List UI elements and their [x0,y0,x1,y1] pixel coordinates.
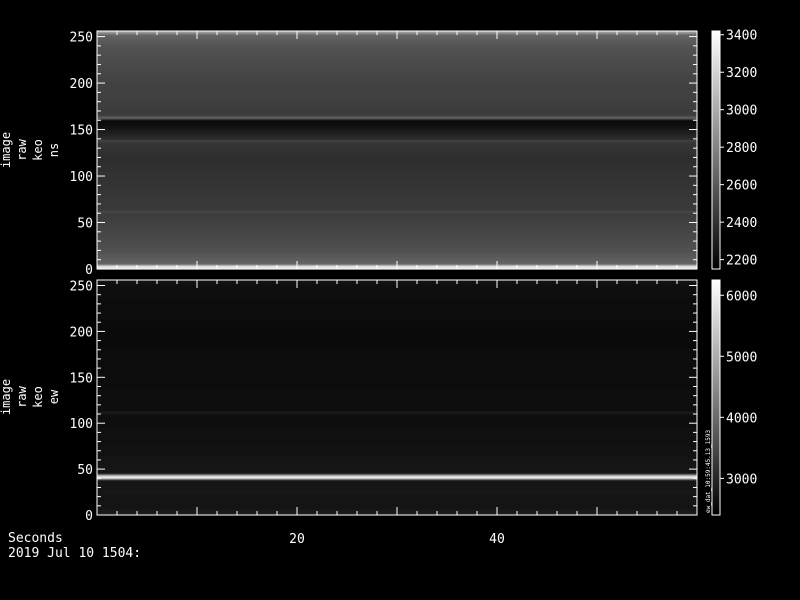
x-tick-label: 40 [489,532,505,547]
colorbar: 2200 2400 2600 2800 3000 3200 3400 [711,29,757,270]
y-tick-label: 100 [70,170,93,185]
colorbar-tick-label: 2600 [726,179,757,194]
keogram-figure: 050100150200250image raw keo ns220024002600… [0,29,757,547]
colorbar-tick-label: 3000 [726,472,757,487]
y-tick-label: 0 [85,509,93,524]
y-axis-label: image raw keo ns [0,132,61,168]
y-tick-label: 200 [70,325,93,340]
keogram-image [97,280,697,516]
x-tick-label: 20 [289,532,305,547]
y-tick-label: 250 [70,280,93,295]
y-tick-label: 250 [70,31,93,46]
colorbar-tick-label: 2800 [726,141,757,156]
x-axis-label: Seconds [8,531,63,546]
colorbar-tick-label: 4000 [726,411,757,426]
ew-keogram-panel: 0 50 100 150 200 250 20 40 image raw keo ew 3000 4000… [0,279,757,547]
colorbar-tick-label: 3400 [726,29,757,44]
colorbar-gradient [711,279,721,516]
colorbar-tick-label: 3200 [726,66,757,81]
colorbar-tick-label: 2400 [726,216,757,231]
colorbar-gradient [711,30,721,270]
ns-keogram-panel: 0 50 100 150 200 250 image raw keo ns 2200 2400 2600… [0,29,757,278]
y-tick-label: 150 [70,124,93,139]
y-tick-label: 50 [77,463,93,478]
colorbar-note: ew_dat_10:59:45.13_1593 [705,430,712,513]
y-tick-label: 200 [70,77,93,92]
keogram-image [97,31,697,270]
timestamp-label: 2019 Jul 10 1504: [8,546,142,561]
y-tick-label: 100 [70,417,93,432]
y-axis-label: image raw keo ew [0,379,61,415]
colorbar-tick-label: 3000 [726,104,757,119]
y-tick-label: 0 [85,263,93,278]
colorbar-tick-label: 2200 [726,254,757,269]
y-tick-label: 50 [77,217,93,232]
y-tick-label: 150 [70,371,93,386]
colorbar-tick-label: 5000 [726,350,757,365]
colorbar-tick-label: 6000 [726,289,757,304]
colorbar: 3000 4000 5000 6000 ew_dat_10:59:45.13_1593 [705,279,757,516]
